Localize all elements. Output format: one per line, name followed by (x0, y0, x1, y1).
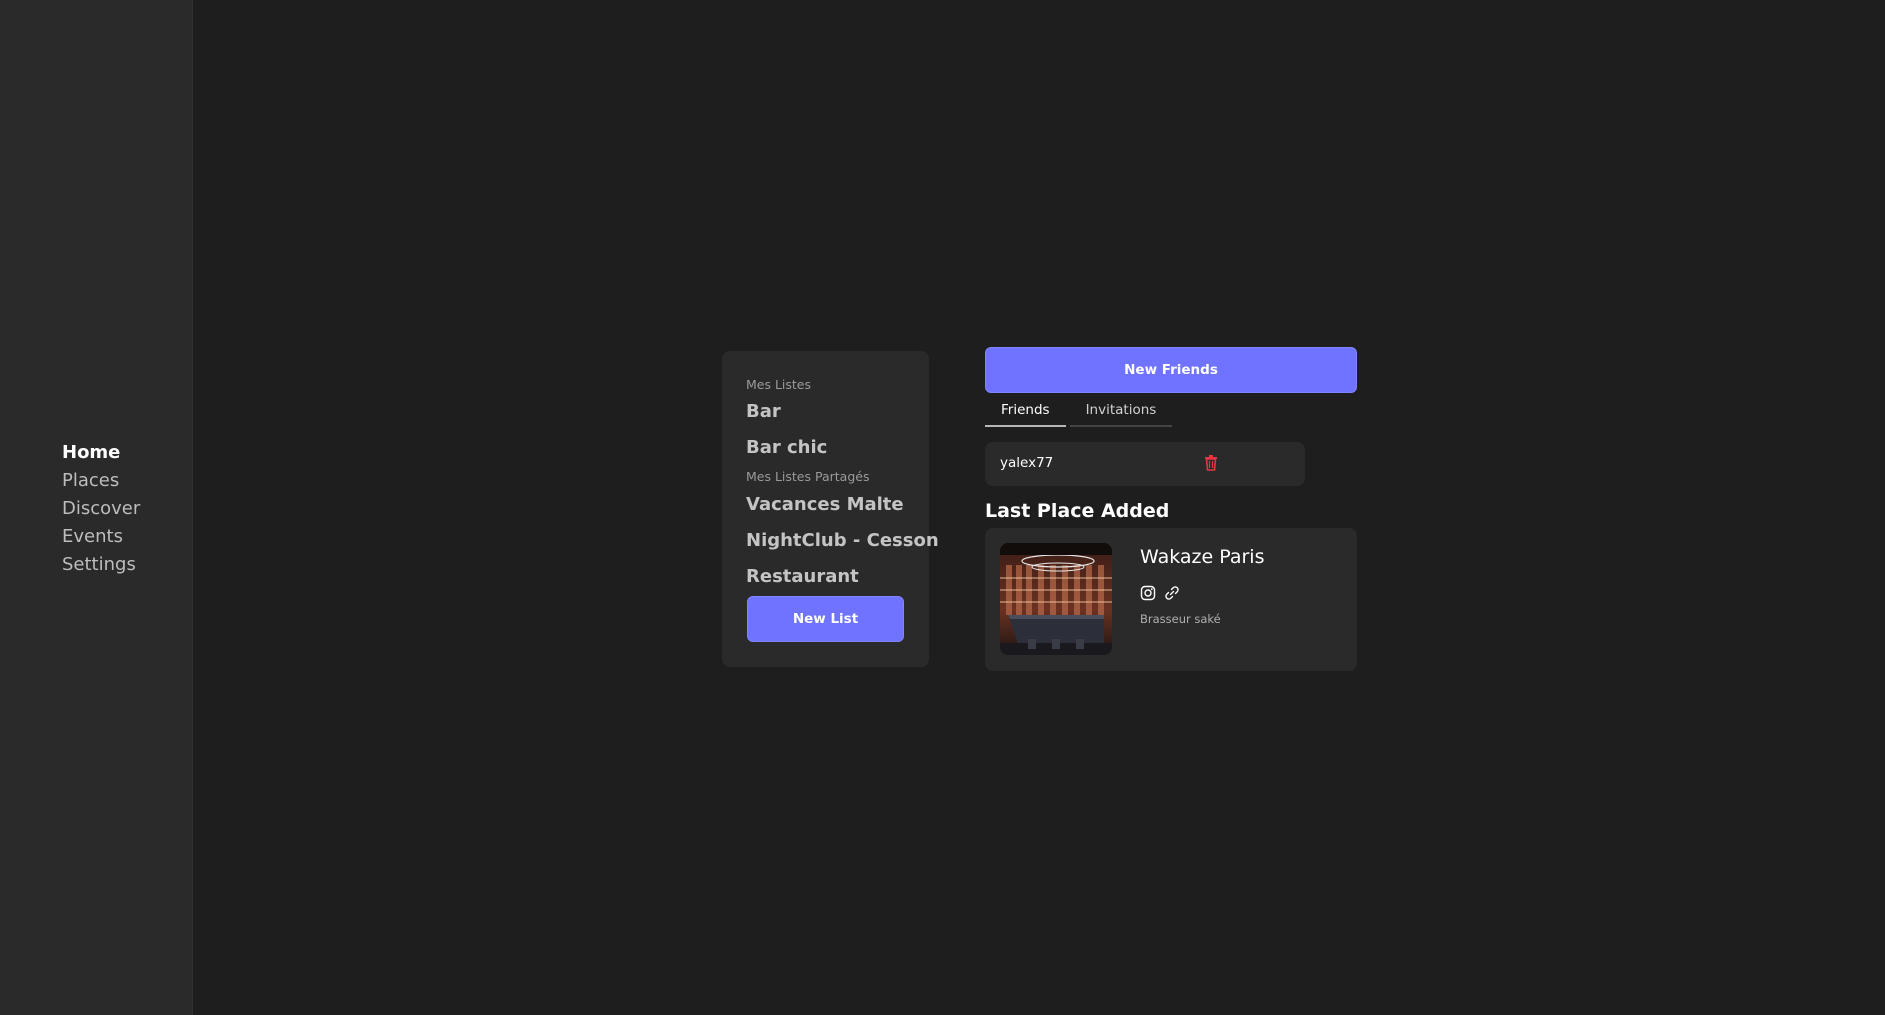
friend-name: yalex77 (1000, 455, 1054, 471)
new-friends-button[interactable]: New Friends (985, 347, 1357, 393)
list-item-restaurant[interactable]: Restaurant (746, 566, 859, 587)
list-item-bar-chic[interactable]: Bar chic (746, 437, 827, 458)
sidebar: Home Places Discover Events Settings (0, 0, 193, 1015)
tab-friends[interactable]: Friends (985, 399, 1066, 427)
list-item-vacances-malte[interactable]: Vacances Malte (746, 494, 904, 515)
lists-card: Mes Listes Bar Bar chic Mes Listes Parta… (722, 351, 939, 667)
place-card[interactable]: Wakaze Paris Brasseur saké (985, 528, 1357, 671)
sidebar-item-home[interactable]: Home (62, 439, 140, 467)
sidebar-item-places[interactable]: Places (62, 467, 140, 495)
instagram-icon[interactable] (1140, 585, 1156, 601)
place-name: Wakaze Paris (1140, 546, 1265, 568)
list-item-bar[interactable]: Bar (746, 401, 781, 422)
place-links (1140, 585, 1180, 601)
link-icon[interactable] (1164, 585, 1180, 601)
friends-tabs: Friends Invitations (985, 399, 1173, 427)
list-item-nightclub-cesson[interactable]: NightClub - Cesson (746, 530, 939, 551)
place-category: Brasseur saké (1140, 612, 1221, 626)
sidebar-item-discover[interactable]: Discover (62, 495, 140, 523)
sidebar-item-settings[interactable]: Settings (62, 551, 140, 579)
sidebar-item-events[interactable]: Events (62, 523, 140, 551)
app-root: Home Places Discover Events Settings Mes… (0, 0, 1885, 1015)
place-image (1000, 543, 1112, 655)
my-lists-label: Mes Listes (746, 377, 812, 392)
sidebar-nav: Home Places Discover Events Settings (62, 439, 140, 579)
last-place-title: Last Place Added (985, 500, 1170, 522)
shared-lists-label: Mes Listes Partagés (746, 469, 870, 484)
friend-row: yalex77 (985, 442, 1305, 486)
new-list-button[interactable]: New List (747, 596, 904, 642)
tab-invitations[interactable]: Invitations (1069, 399, 1173, 427)
trash-icon[interactable] (1203, 454, 1219, 472)
